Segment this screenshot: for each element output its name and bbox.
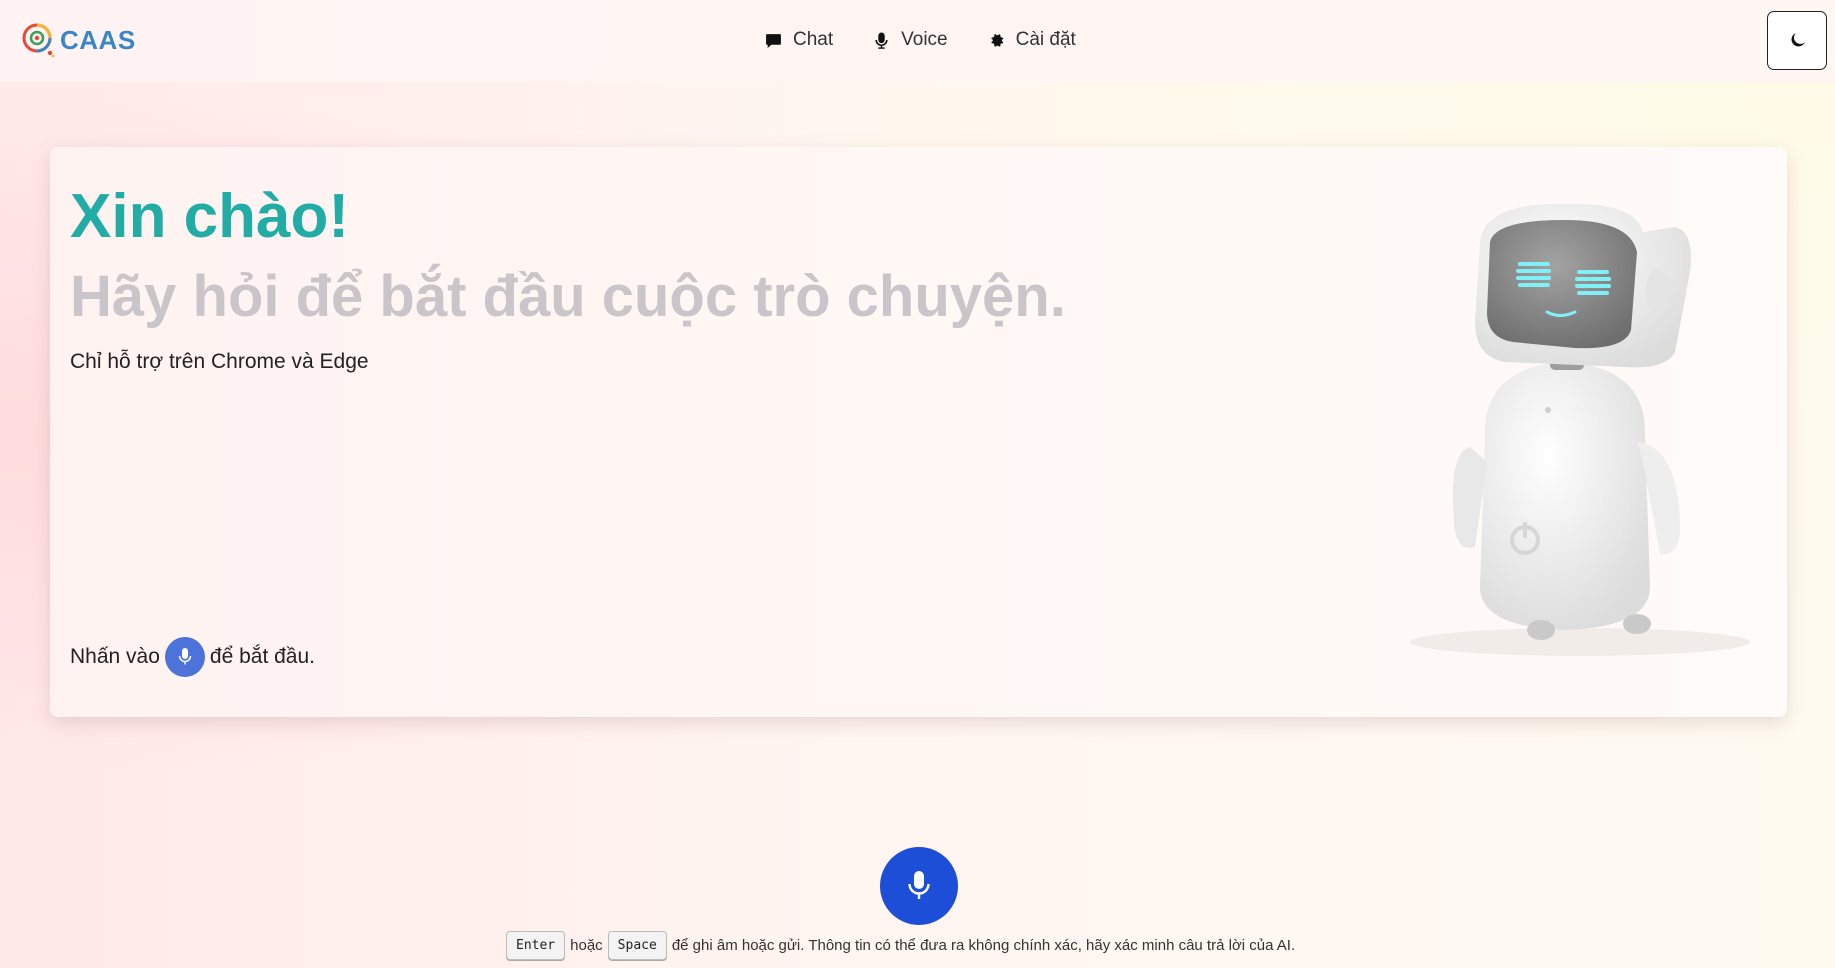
inline-microphone-icon	[164, 637, 205, 677]
start-hint-prefix: Nhấn vào	[70, 645, 160, 668]
nav-item-settings[interactable]: Cài đặt	[988, 29, 1076, 51]
space-key-badge: Space	[607, 931, 667, 960]
moon-icon	[1791, 33, 1805, 47]
nav-item-chat[interactable]: Chat	[765, 29, 833, 51]
browser-support-note: Chỉ hỗ trợ trên Chrome và Edge	[70, 350, 369, 373]
keyboard-hint-footer: Enter hoặc Space để ghi âm hoặc gửi. Thô…	[506, 931, 1295, 960]
theme-toggle-button[interactable]	[1767, 11, 1827, 70]
record-microphone-button[interactable]	[880, 847, 958, 925]
start-hint: Nhấn vào để bắt đầu.	[70, 637, 315, 677]
main-nav: Chat Voice Cài đặt	[765, 24, 1116, 56]
brand-logo-icon	[22, 23, 55, 58]
microphone-icon	[908, 871, 930, 899]
chat-bubble-icon	[766, 33, 781, 48]
nav-item-label: Chat	[793, 29, 834, 50]
top-nav-bar: CAAS Chat Voice Cài đặt	[0, 0, 1835, 82]
brand-logo-link[interactable]: CAAS	[22, 20, 136, 60]
nav-item-voice[interactable]: Voice	[873, 29, 948, 51]
footer-disclaimer: để ghi âm hoặc gửi. Thông tin có thể đưa…	[671, 937, 1296, 954]
brand-name: CAAS	[60, 24, 136, 55]
gear-icon	[991, 33, 1003, 47]
nav-item-label: Cài đặt	[1015, 29, 1076, 50]
microphone-icon	[875, 32, 888, 49]
footer-or-text: hoặc	[570, 937, 603, 954]
robot-illustration	[1410, 203, 1750, 656]
welcome-subtitle: Hãy hỏi để bắt đầu cuộc trò chuyện.	[70, 264, 1066, 329]
welcome-card: Xin chào! Hãy hỏi để bắt đầu cuộc trò ch…	[50, 147, 1787, 717]
enter-key-badge: Enter	[506, 931, 566, 960]
greeting-heading: Xin chào!	[70, 182, 350, 251]
nav-item-label: Voice	[901, 29, 948, 50]
start-hint-suffix: để bắt đầu.	[209, 645, 315, 668]
